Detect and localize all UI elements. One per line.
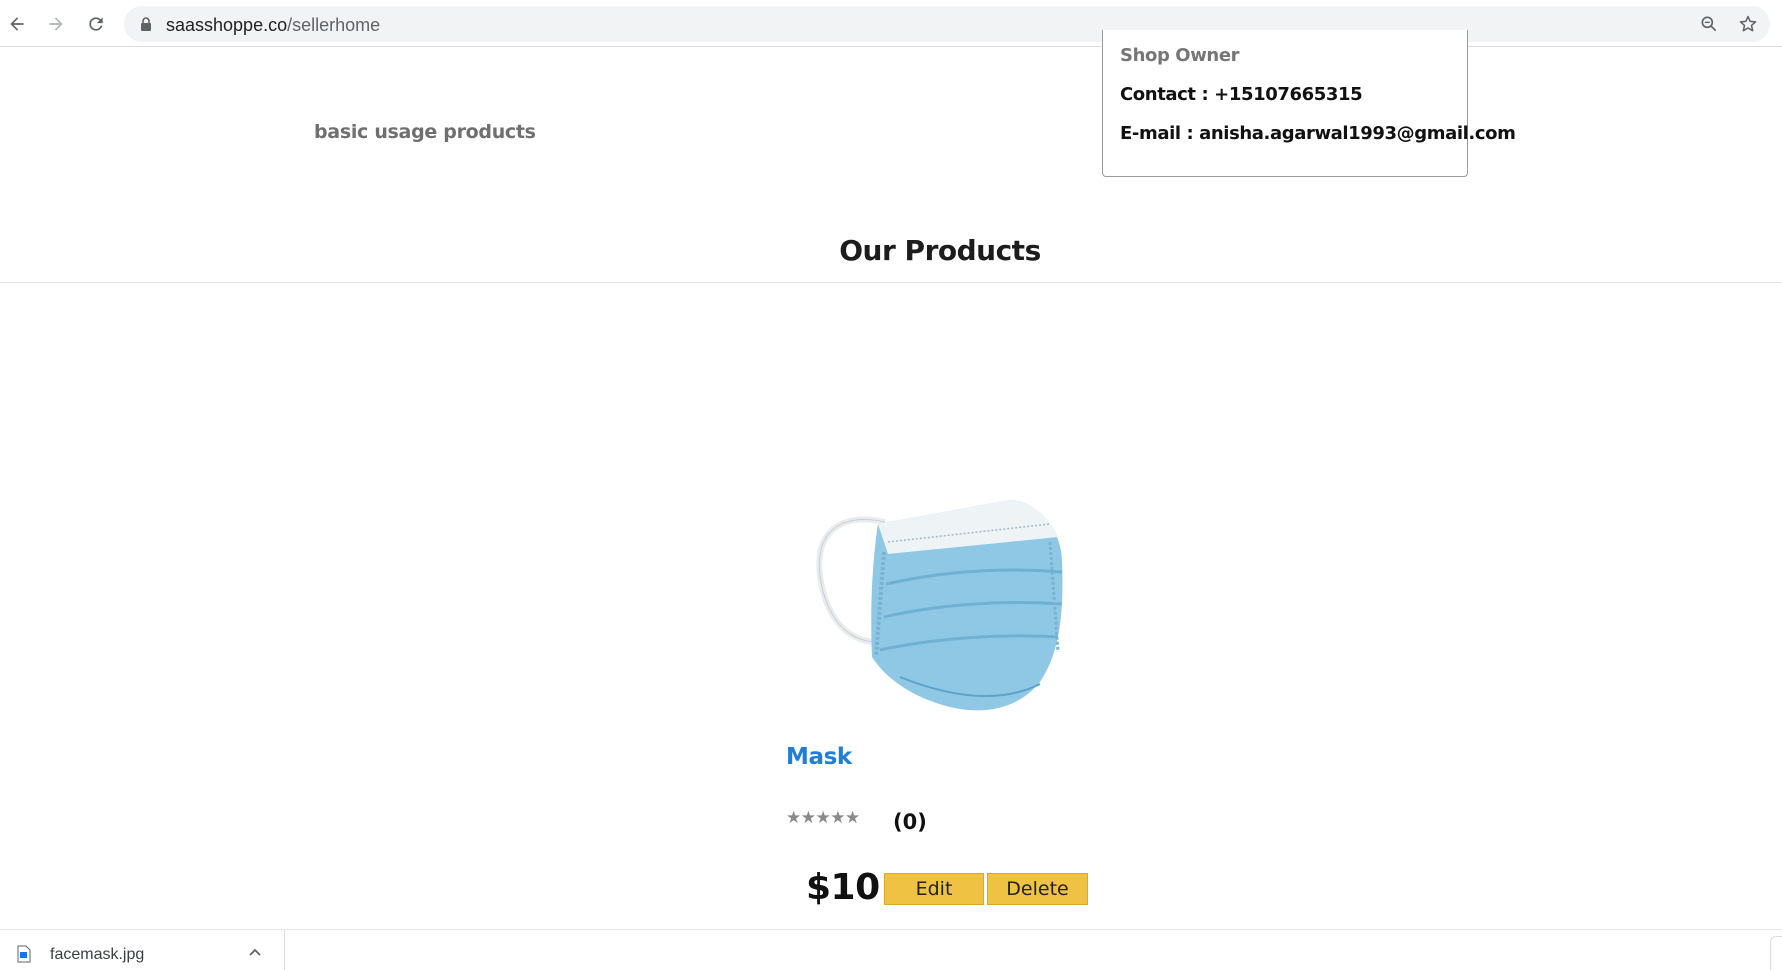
section-divider [0,282,1782,283]
section-title: Our Products [839,234,1041,267]
star-icon[interactable] [1738,14,1758,34]
owner-email: E-mail : anisha.agarwal1993@gmail.com [1120,123,1516,144]
download-shelf: facemask.jpg [0,929,1782,970]
star-rating: ★★★★★ [786,808,860,828]
shelf-edge [1770,936,1782,970]
shop-tagline: basic usage products [314,121,536,143]
download-file-name: facemask.jpg [50,946,145,963]
delete-button[interactable]: Delete [987,873,1088,905]
owner-title: Shop Owner [1120,45,1240,66]
product-image-mask[interactable] [800,492,1080,732]
product-price: $10 [806,867,880,908]
lock-icon [141,17,151,31]
shop-owner-card: Shop Owner Contact : +15107665315 E-mail… [1102,30,1516,177]
rating-count: (0) [893,810,927,834]
image-file-icon [17,945,31,963]
url-path: /sellerhome [287,15,381,35]
product-card: Mask ★★★★★ (0) $10 Edit Delete [780,480,1120,920]
forward-arrow-icon[interactable] [42,10,70,38]
zoom-icon[interactable] [1699,14,1719,34]
address-bar[interactable]: saasshoppe.co/sellerhome [124,6,1770,42]
active-tab-indicator [1249,0,1386,2]
download-item[interactable]: facemask.jpg [0,930,285,970]
url-text[interactable]: saasshoppe.co/sellerhome [166,15,380,36]
back-arrow-icon[interactable] [3,10,31,38]
url-domain: saasshoppe.co [166,15,288,35]
browser-toolbar: saasshoppe.co/sellerhome [0,0,1782,47]
edit-button[interactable]: Edit [884,873,984,905]
reload-icon[interactable] [82,10,110,38]
owner-contact: Contact : +15107665315 [1120,84,1363,105]
product-name-link[interactable]: Mask [786,744,852,770]
chevron-up-icon[interactable] [248,947,262,957]
